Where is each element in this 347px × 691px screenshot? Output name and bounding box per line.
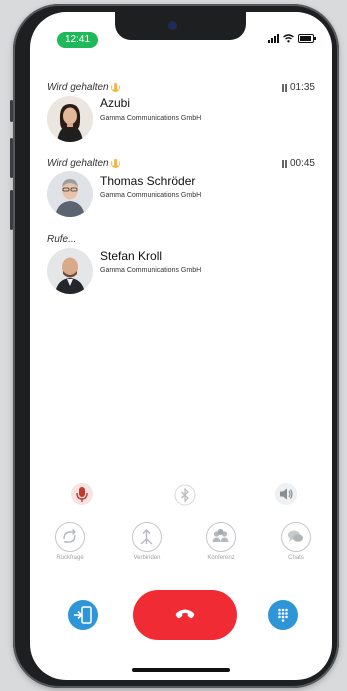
phone-screen: 12:41 Wird gehalten ❚❚ 01:35 Azubi Gamma…	[30, 12, 332, 680]
call-timer-value: 01:35	[289, 82, 315, 93]
consult-icon	[63, 529, 76, 543]
notch	[115, 12, 246, 40]
transfer-label: Verbinden	[133, 555, 161, 561]
call-state: Rufe...	[47, 234, 76, 245]
speaker-button[interactable]	[274, 482, 298, 506]
caller-name: Stefan Kroll	[100, 249, 163, 263]
avatar	[47, 248, 93, 294]
avatar	[47, 96, 93, 142]
conference-button[interactable]	[206, 522, 236, 552]
call-timer-value: 00:45	[289, 158, 315, 169]
phone-hangup-icon	[175, 609, 195, 619]
chats-button[interactable]	[281, 522, 311, 552]
pause-icon	[281, 83, 287, 92]
side-button	[10, 138, 13, 178]
side-button	[10, 190, 13, 230]
switch-device-icon	[74, 606, 92, 624]
speaker-icon	[275, 483, 297, 505]
call-state: Wird gehalten ❚❚	[47, 158, 121, 169]
hold-icon: ❚❚	[110, 159, 121, 168]
dialpad-icon	[278, 608, 288, 622]
status-icons	[268, 33, 316, 43]
side-button	[10, 100, 13, 122]
dialpad-button[interactable]	[268, 600, 298, 630]
microphone-icon	[71, 483, 93, 505]
battery-icon	[298, 33, 316, 43]
call-state: Wird gehalten ❚❚	[47, 82, 121, 93]
bluetooth-icon	[174, 484, 196, 506]
caller-company: Gamma Communications GmbH	[100, 267, 202, 274]
transfer-button[interactable]	[132, 522, 162, 552]
caller-name: Azubi	[100, 96, 131, 110]
chats-label: Chats	[288, 555, 304, 561]
wifi-icon	[283, 33, 294, 42]
conference-icon	[212, 529, 229, 542]
chat-icon	[288, 530, 303, 542]
bluetooth-button[interactable]	[174, 484, 196, 506]
hold-icon: ❚❚	[110, 83, 121, 92]
call-state-label: Wird gehalten	[47, 82, 109, 93]
end-call-button[interactable]	[133, 590, 237, 640]
switch-device-button[interactable]	[68, 600, 98, 630]
avatar	[47, 171, 93, 217]
camera-icon	[169, 22, 176, 29]
mute-button[interactable]	[70, 482, 94, 506]
call-timer: 00:45	[281, 158, 315, 169]
consult-label: Rückfrage	[56, 555, 84, 561]
status-time: 12:41	[57, 32, 98, 48]
call-state-label: Wird gehalten	[47, 158, 109, 169]
caller-company: Gamma Communications GmbH	[100, 192, 202, 199]
caller-name: Thomas Schröder	[100, 174, 196, 188]
pause-icon	[281, 159, 287, 168]
caller-company: Gamma Communications GmbH	[100, 115, 202, 122]
call-timer: 01:35	[281, 82, 315, 93]
signal-icon	[268, 33, 279, 43]
call-state-label: Rufe...	[47, 234, 77, 245]
conference-label: Konferenz	[207, 555, 235, 561]
home-indicator[interactable]	[132, 668, 230, 672]
consult-button[interactable]	[55, 522, 85, 552]
transfer-icon	[140, 529, 153, 545]
